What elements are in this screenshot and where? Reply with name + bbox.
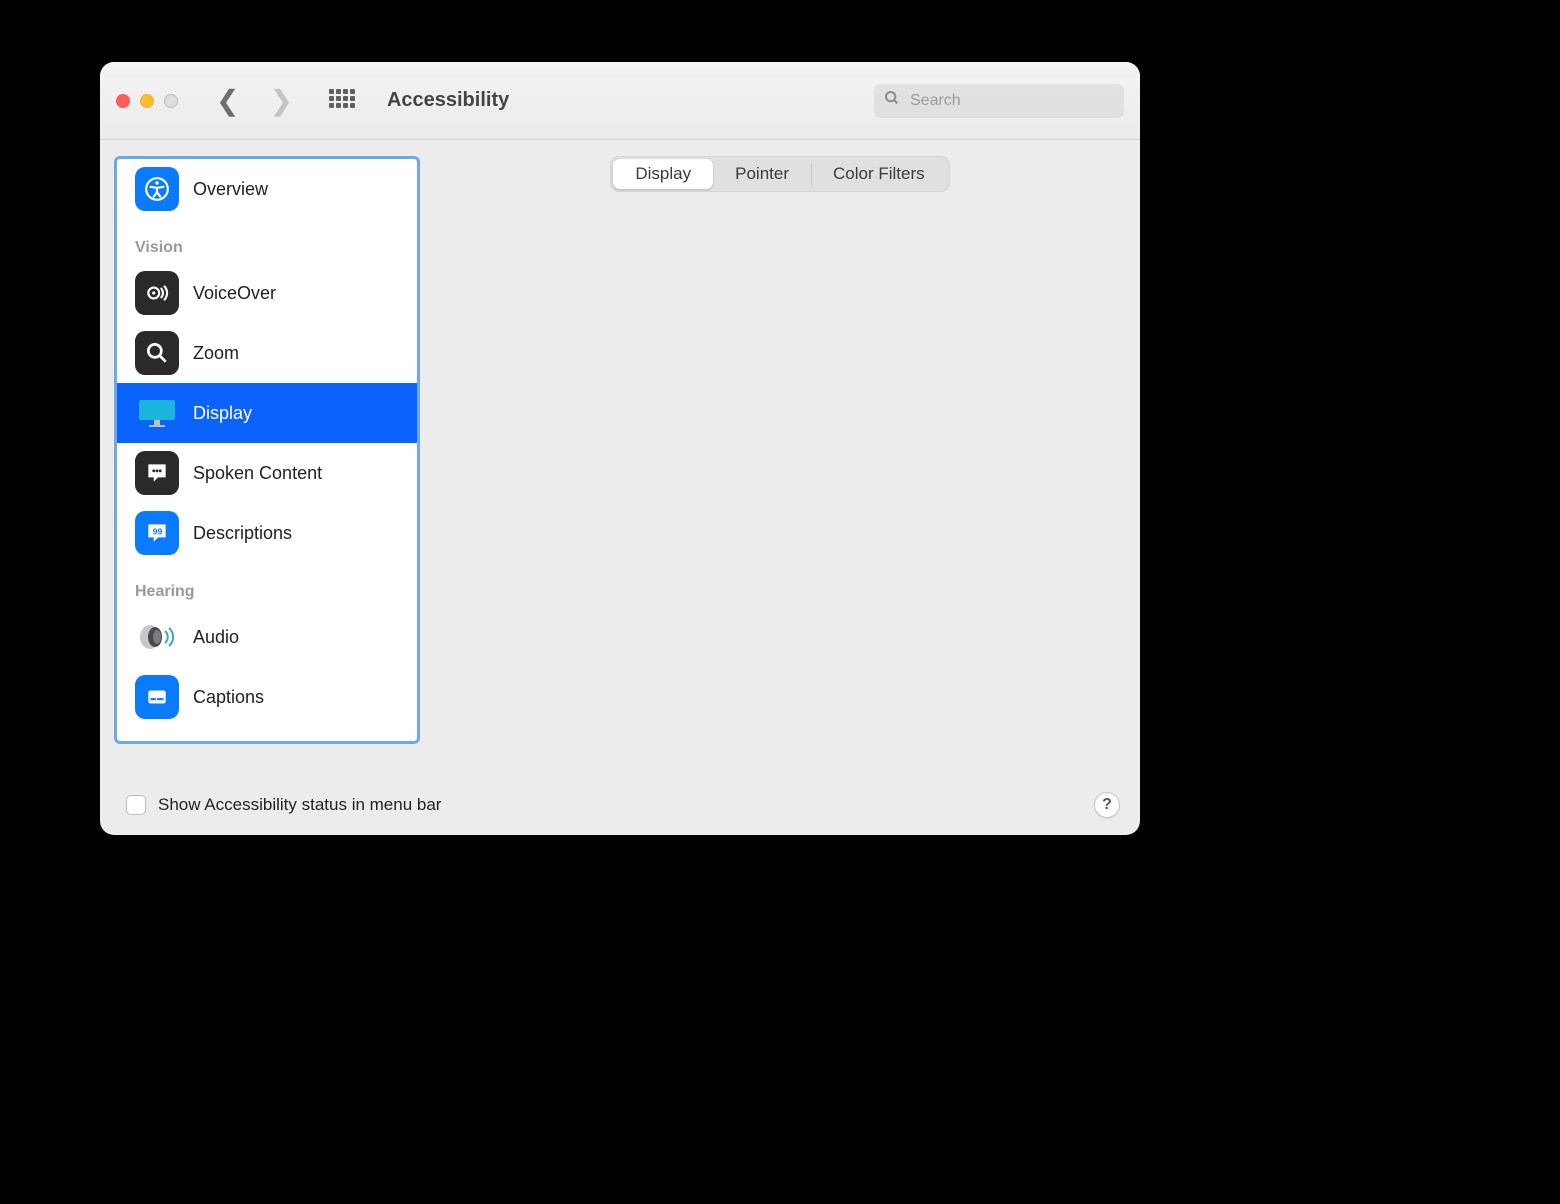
sidebar-item-label: VoiceOver bbox=[193, 283, 276, 304]
display-options-panel: Invert colors Classic Invert Reduce moti… bbox=[438, 179, 1122, 765]
show-all-prefs-button[interactable] bbox=[329, 89, 353, 113]
option-reduce-motion[interactable]: Reduce motion bbox=[469, 312, 1091, 332]
zoom-icon bbox=[135, 331, 179, 375]
option-label: Show toolbar button shapes bbox=[501, 437, 712, 457]
checkbox-show-window-title-icons[interactable] bbox=[469, 412, 489, 432]
sidebar-item-spoken-content[interactable]: Spoken Content bbox=[117, 443, 417, 503]
sidebar-item-display[interactable]: Display bbox=[117, 383, 417, 443]
display-tabs: Display Pointer Color Filters bbox=[610, 156, 949, 192]
sidebar-item-label: Display bbox=[193, 403, 252, 424]
slider-min-label: Normal bbox=[609, 567, 657, 584]
option-reduce-transparency[interactable]: Reduce transparency bbox=[469, 362, 1091, 382]
search-field[interactable] bbox=[874, 84, 1124, 118]
window-footer: Show Accessibility status in menu bar ? bbox=[100, 775, 1140, 835]
voiceover-icon bbox=[135, 271, 179, 315]
window-toolbar: ❮ ❯ Accessibility bbox=[100, 62, 1140, 140]
option-invert-colors[interactable]: Invert colors bbox=[469, 262, 1091, 282]
option-increase-contrast[interactable]: Increase contrast bbox=[469, 337, 1091, 357]
checkbox-differentiate-without-color[interactable] bbox=[469, 387, 489, 407]
spoken-content-icon bbox=[135, 451, 179, 495]
checkbox-classic-invert[interactable] bbox=[499, 287, 519, 307]
checkbox-reduce-motion[interactable] bbox=[469, 312, 489, 332]
sidebar-item-descriptions[interactable]: 99 Descriptions bbox=[117, 503, 417, 563]
select-stepper-icon bbox=[802, 486, 824, 514]
display-contrast-row: Display contrast: Normal Maximum bbox=[469, 545, 1091, 584]
sidebar-item-label: Captions bbox=[193, 687, 264, 708]
forward-button-disabled: ❯ bbox=[269, 87, 292, 115]
display-contrast-label: Display contrast: bbox=[469, 547, 595, 567]
option-show-accessibility-status[interactable]: Show Accessibility status in menu bar bbox=[126, 795, 441, 815]
sidebar-item-label: Spoken Content bbox=[193, 463, 322, 484]
main-content: Display Pointer Color Filters Invert col… bbox=[438, 156, 1122, 765]
sidebar-item-label: Zoom bbox=[193, 343, 239, 364]
option-label: Classic Invert bbox=[531, 287, 633, 307]
tab-display[interactable]: Display bbox=[613, 159, 713, 189]
help-button[interactable]: ? bbox=[1094, 792, 1120, 818]
slider-knob[interactable] bbox=[601, 546, 617, 566]
accessibility-sidebar[interactable]: Overview Vision VoiceOver Zoom bbox=[114, 156, 420, 744]
option-label: Increase contrast bbox=[501, 337, 631, 357]
option-classic-invert[interactable]: Classic Invert bbox=[499, 287, 1091, 307]
zoom-window-button-disabled bbox=[164, 94, 178, 108]
option-differentiate-without-color[interactable]: Differentiate without color bbox=[469, 387, 1091, 407]
overview-icon bbox=[135, 167, 179, 211]
footer-label: Show Accessibility status in menu bar bbox=[158, 795, 441, 815]
sidebar-item-audio[interactable]: Audio bbox=[117, 607, 417, 667]
option-label: Show window title icons bbox=[501, 412, 681, 432]
tab-color-filters[interactable]: Color Filters bbox=[811, 159, 947, 189]
sidebar-section-vision: Vision bbox=[117, 219, 417, 263]
back-button[interactable]: ❮ bbox=[216, 87, 239, 115]
sidebar-item-captions[interactable]: Captions bbox=[117, 667, 417, 727]
sidebar-section-hearing: Hearing bbox=[117, 563, 417, 607]
window-body: Overview Vision VoiceOver Zoom bbox=[100, 140, 1140, 775]
captions-icon bbox=[135, 675, 179, 719]
audio-icon bbox=[135, 620, 179, 654]
option-label: Differentiate without color bbox=[501, 387, 693, 407]
menu-bar-size-value: Default bbox=[606, 491, 802, 509]
slider-max-label: Maximum bbox=[1026, 567, 1091, 584]
search-icon bbox=[884, 90, 900, 111]
svg-text:99: 99 bbox=[153, 527, 163, 537]
sidebar-item-label: Audio bbox=[193, 627, 239, 648]
minimize-window-button[interactable] bbox=[140, 94, 154, 108]
tab-pointer[interactable]: Pointer bbox=[713, 159, 811, 189]
option-label: Reduce motion bbox=[501, 312, 615, 332]
menu-bar-size-select[interactable]: Default bbox=[595, 485, 825, 515]
menu-bar-size-label: Menu bar size: bbox=[469, 490, 581, 510]
checkbox-invert-colors[interactable] bbox=[469, 262, 489, 282]
checkbox-show-accessibility-status[interactable] bbox=[126, 795, 146, 815]
menu-bar-size-row: Menu bar size: Default bbox=[469, 485, 1091, 515]
display-icon bbox=[135, 391, 179, 435]
sidebar-item-zoom[interactable]: Zoom bbox=[117, 323, 417, 383]
sidebar-item-label: Descriptions bbox=[193, 523, 292, 544]
sidebar-item-overview[interactable]: Overview bbox=[117, 159, 417, 219]
checkbox-reduce-transparency[interactable] bbox=[469, 362, 489, 382]
sidebar-item-voiceover[interactable]: VoiceOver bbox=[117, 263, 417, 323]
option-label: Invert colors bbox=[501, 262, 594, 282]
display-contrast-slider[interactable]: Normal Maximum bbox=[609, 545, 1091, 584]
checkbox-increase-contrast[interactable] bbox=[469, 337, 489, 357]
nav-arrows: ❮ ❯ bbox=[216, 87, 293, 115]
descriptions-icon: 99 bbox=[135, 511, 179, 555]
close-window-button[interactable] bbox=[116, 94, 130, 108]
window-traffic-lights bbox=[116, 94, 178, 108]
sidebar-item-label: Overview bbox=[193, 179, 268, 200]
option-label: Reduce transparency bbox=[501, 362, 663, 382]
window-title: Accessibility bbox=[387, 89, 509, 112]
checkbox-show-toolbar-button-shapes[interactable] bbox=[469, 437, 489, 457]
accessibility-preferences-window: ❮ ❯ Accessibility Overview bbox=[100, 62, 1140, 835]
option-show-toolbar-button-shapes[interactable]: Show toolbar button shapes bbox=[469, 437, 1091, 457]
option-show-window-title-icons[interactable]: Show window title icons bbox=[469, 412, 1091, 432]
search-input[interactable] bbox=[908, 91, 1119, 111]
